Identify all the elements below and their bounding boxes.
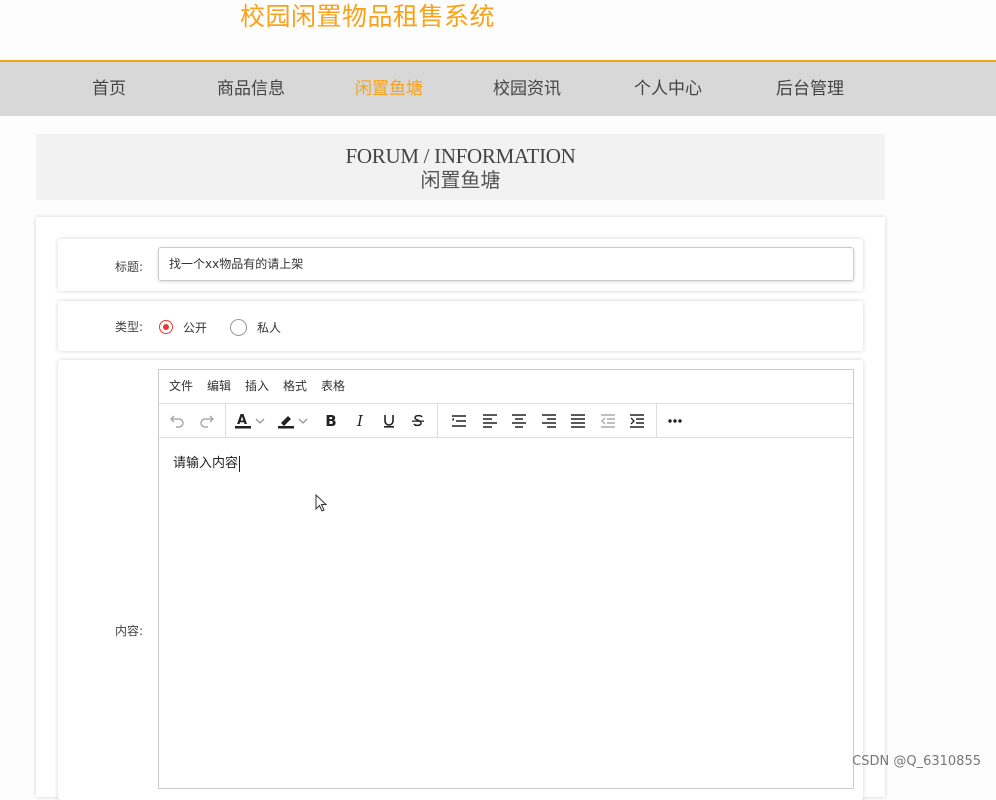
toolbar-separator — [656, 404, 657, 437]
bold-icon[interactable]: B — [318, 404, 344, 437]
post-form-panel: 标题: 找一个xx物品有的请上架 类型: 公开 私人 内容: 文件 编辑 插入 … — [36, 217, 885, 800]
align-justify-icon[interactable] — [565, 404, 591, 437]
underline-icon[interactable] — [376, 404, 402, 437]
nav-item-forum[interactable]: 闲置鱼塘 — [329, 62, 449, 116]
align-left-icon[interactable] — [477, 404, 503, 437]
align-center-icon[interactable] — [506, 404, 532, 437]
text-caret — [239, 455, 241, 472]
rich-text-editor: 文件 编辑 插入 格式 表格 A B I 请输入内容 — [158, 369, 854, 789]
content-row: 内容: 文件 编辑 插入 格式 表格 A B I 请输入内容 — [58, 360, 863, 800]
editor-menubar: 文件 编辑 插入 格式 表格 — [159, 370, 853, 404]
menu-file[interactable]: 文件 — [169, 370, 193, 403]
nav-item-profile[interactable]: 个人中心 — [608, 62, 728, 116]
editor-content-area[interactable]: 请输入内容 — [159, 438, 853, 788]
type-label: 类型: — [114, 320, 143, 334]
indent-icon[interactable] — [624, 404, 650, 437]
font-color-letter: A — [237, 413, 247, 428]
nav-item-admin[interactable]: 后台管理 — [750, 62, 870, 116]
editor-placeholder: 请输入内容 — [173, 456, 239, 471]
menu-edit[interactable]: 编辑 — [207, 370, 231, 403]
more-icon[interactable] — [662, 404, 688, 437]
mouse-pointer-icon — [315, 494, 328, 512]
nav-item-products[interactable]: 商品信息 — [191, 62, 311, 116]
italic-letter: I — [357, 411, 363, 430]
redo-icon[interactable] — [194, 404, 220, 437]
banner-title-en: FORUM / INFORMATION — [345, 144, 576, 168]
outdent-icon[interactable] — [595, 404, 621, 437]
nav-item-news[interactable]: 校园资讯 — [467, 62, 587, 116]
italic-icon[interactable]: I — [347, 404, 373, 437]
content-label: 内容: — [114, 624, 143, 638]
menu-table[interactable]: 表格 — [321, 370, 345, 403]
menu-insert[interactable]: 插入 — [245, 370, 269, 403]
nav-item-home[interactable]: 首页 — [49, 62, 169, 116]
title-input[interactable]: 找一个xx物品有的请上架 — [158, 247, 854, 281]
type-radio-private-label: 私人 — [257, 320, 282, 335]
title-label: 标题: — [114, 260, 143, 274]
menu-format[interactable]: 格式 — [283, 370, 307, 403]
type-radio-private[interactable]: 私人 — [230, 318, 282, 336]
type-radio-public[interactable]: 公开 — [159, 319, 207, 335]
align-right-icon[interactable] — [536, 404, 562, 437]
bold-letter: B — [325, 411, 337, 430]
toolbar-separator — [437, 404, 438, 437]
radio-unchecked-icon — [230, 318, 247, 336]
site-title: 校园闲置物品租售系统 — [240, 2, 496, 31]
font-color-icon[interactable]: A — [231, 404, 255, 437]
type-row: 类型: 公开 私人 — [58, 301, 863, 351]
main-navbar: 首页 商品信息 闲置鱼塘 校园资讯 个人中心 后台管理 — [0, 60, 996, 116]
editor-content-text[interactable]: 请输入内容 — [173, 452, 241, 472]
editor-toolbar: A B I — [159, 404, 853, 438]
watermark: CSDN @Q_6310855 — [852, 754, 981, 769]
highlight-color-icon[interactable] — [274, 404, 298, 437]
line-height-icon[interactable] — [446, 404, 472, 437]
title-row: 标题: 找一个xx物品有的请上架 — [58, 239, 863, 291]
strikethrough-icon[interactable] — [405, 404, 431, 437]
page-banner: FORUM / INFORMATION 闲置鱼塘 — [36, 134, 885, 200]
type-radio-public-label: 公开 — [183, 320, 208, 335]
radio-checked-icon — [159, 320, 173, 334]
toolbar-separator — [225, 404, 226, 437]
undo-icon[interactable] — [164, 404, 190, 437]
highlight-dropdown-icon[interactable] — [296, 404, 310, 437]
banner-title-cn: 闲置鱼塘 — [420, 170, 501, 192]
font-color-dropdown-icon[interactable] — [253, 404, 267, 437]
